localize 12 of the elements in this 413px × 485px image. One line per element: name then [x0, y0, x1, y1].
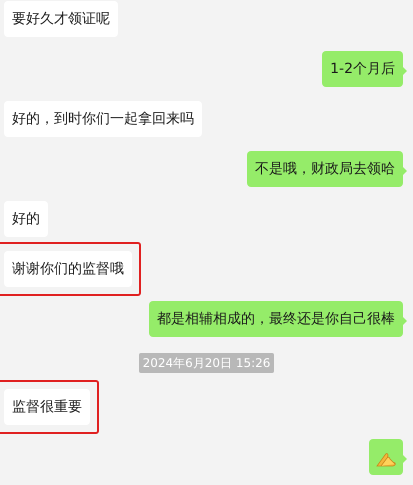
message-bubble: 都是相辅相成的，最终还是你自己很棒 [149, 301, 403, 337]
timestamp: 2024年6月20日 15:26 [138, 353, 274, 373]
message-bubble: 要好久才领证呢 [4, 1, 118, 37]
bubble-tail [401, 65, 407, 77]
message-bubble: 谢谢你们的监督哦 [4, 251, 132, 287]
message-bubble: 不是哦，财政局去领哈 [247, 151, 403, 187]
message-bubble: 好的 [4, 201, 48, 237]
message-bubble: 1-2个月后 [322, 51, 403, 87]
bubble-tail [401, 315, 407, 327]
message-bubble: 监督很重要 [4, 389, 90, 425]
message-bubble: 好的，到时你们一起拿回来吗 [4, 101, 202, 137]
bubble-tail [401, 165, 407, 177]
